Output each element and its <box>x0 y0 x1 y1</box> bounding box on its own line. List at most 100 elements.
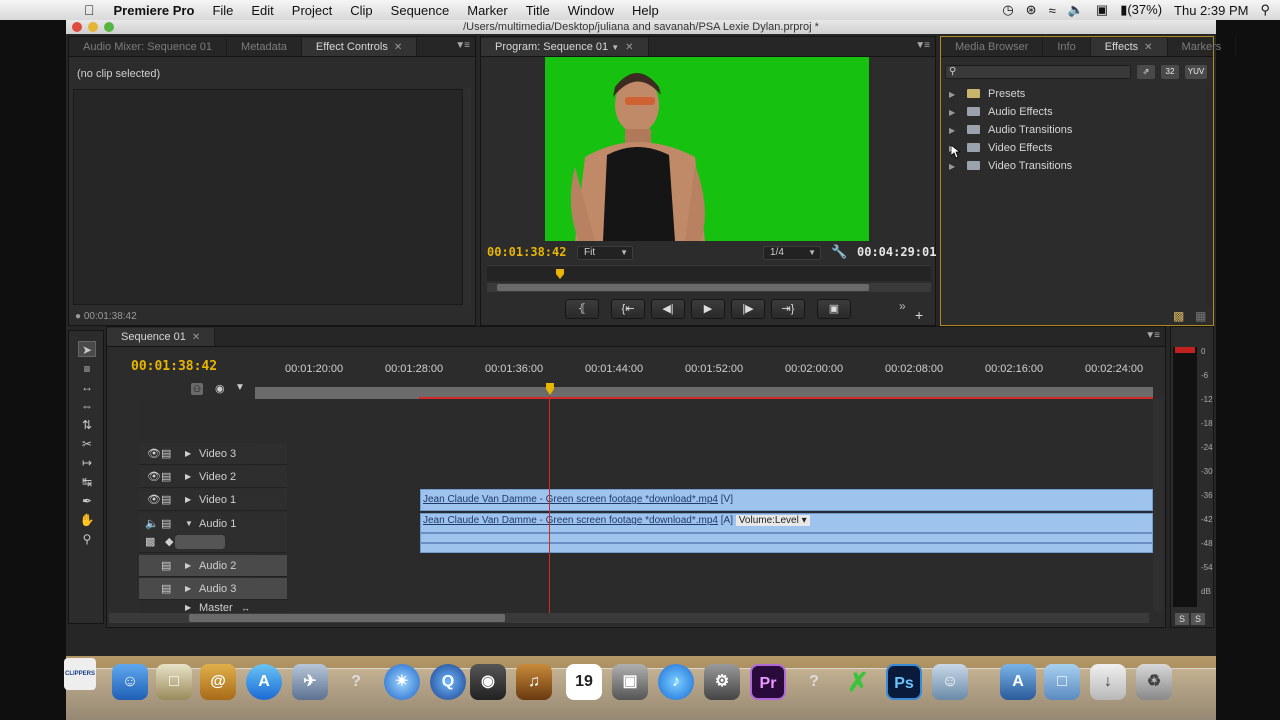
iphoto-icon[interactable]: ☺ <box>932 664 968 700</box>
time-machine-icon[interactable]: ◷ <box>1002 2 1013 18</box>
menu-project[interactable]: Project <box>283 3 341 18</box>
track-audio-3[interactable]: ▤ ▶ Audio 3 <box>139 578 287 600</box>
snap-icon[interactable]: ⚇ <box>191 383 203 395</box>
track-video-3[interactable]: 👁 ▤ ▶ Video 3 <box>139 443 287 465</box>
menu-title[interactable]: Title <box>517 3 559 18</box>
program-playhead[interactable] <box>555 269 565 280</box>
tab-effect-controls[interactable]: Effect Controls ✕ <box>301 38 418 56</box>
effects-item-video-transitions[interactable]: ▶ Video Transitions <box>949 157 1072 175</box>
track-lock-icon[interactable]: ▤ <box>161 466 171 488</box>
question-mark-icon[interactable]: ? <box>338 664 374 700</box>
expand-arrow-icon[interactable]: ▶ <box>949 122 967 140</box>
go-to-out-button[interactable]: ⇥} <box>771 299 805 319</box>
program-scrub-bar[interactable] <box>487 265 931 281</box>
system-preferences-icon[interactable]: ⚙ <box>704 664 740 700</box>
expand-arrow-icon[interactable]: ▶ <box>949 158 967 176</box>
expand-track-arrow-icon[interactable]: ▶ <box>185 578 191 600</box>
slide-tool-icon[interactable]: ↹ <box>78 474 96 490</box>
set-encore-marker-icon[interactable]: ▼ <box>235 382 245 393</box>
input-icon[interactable]: ▣ <box>1096 2 1108 18</box>
razor-tool-icon[interactable]: ✂ <box>78 436 96 452</box>
garageband-icon[interactable]: ♫ <box>516 664 552 700</box>
effects-item-audio-effects[interactable]: ▶ Audio Effects <box>949 103 1053 121</box>
timeline-ruler[interactable]: 00:01:20:00 00:01:28:00 00:01:36:00 00:01:4… <box>255 363 1153 399</box>
fit-dropdown[interactable]: Fit ▼ <box>577 246 633 260</box>
new-bin-icon[interactable]: ▩ <box>1173 309 1184 323</box>
app-menu[interactable]: Premiere Pro <box>105 3 204 18</box>
expand-track-arrow-icon[interactable]: ▶ <box>185 555 191 577</box>
contacts-icon[interactable]: @ <box>200 664 236 700</box>
menu-help[interactable]: Help <box>623 3 668 18</box>
menu-marker[interactable]: Marker <box>458 3 516 18</box>
close-tab-icon[interactable]: ✕ <box>192 332 200 343</box>
clock[interactable]: Thu 2:39 PM <box>1174 3 1248 18</box>
solo-right-button[interactable]: S <box>1191 613 1205 625</box>
program-current-timecode[interactable]: 00:01:38:42 <box>487 245 566 259</box>
selection-tool-icon[interactable]: ➤ <box>78 341 96 357</box>
effects-scrollbar[interactable] <box>1207 87 1213 307</box>
32bit-effects-button[interactable]: 32 <box>1161 65 1179 79</box>
tab-program-dropdown-icon[interactable]: ▼ <box>611 43 619 52</box>
tab-media-browser[interactable]: Media Browser <box>941 38 1044 56</box>
play-button[interactable]: ▶ <box>691 299 725 319</box>
track-audio-1[interactable]: 🔈 ▤ ▼ Audio 1 ▩ ◆ <box>139 513 287 553</box>
more-controls-icon[interactable]: » <box>899 299 906 313</box>
expand-arrow-icon[interactable]: ▶ <box>949 86 967 104</box>
expand-track-arrow-icon[interactable]: ▶ <box>185 466 191 488</box>
menu-window[interactable]: Window <box>559 3 623 18</box>
go-to-in-button[interactable]: {⇤ <box>611 299 645 319</box>
mail-icon[interactable]: ✈ <box>292 664 328 700</box>
ripple-edit-tool-icon[interactable]: ↔ <box>78 379 96 395</box>
keyframe-display-icon[interactable]: ▩ <box>145 531 155 553</box>
step-forward-button[interactable]: |▶ <box>731 299 765 319</box>
solo-left-button[interactable]: S <box>1175 613 1189 625</box>
track-lock-icon[interactable]: ▤ <box>161 489 171 511</box>
rate-stretch-tool-icon[interactable]: ⇅ <box>78 417 96 433</box>
resolution-dropdown[interactable]: 1/4 ▼ <box>763 246 821 260</box>
finder-icon[interactable]: ☺ <box>112 664 148 700</box>
pen-tool-icon[interactable]: ✒ <box>78 493 96 509</box>
timeline-timecode[interactable]: 00:01:38:42 <box>131 359 217 374</box>
menu-file[interactable]: File <box>203 3 242 18</box>
menu-clip[interactable]: Clip <box>341 3 381 18</box>
mark-out-button[interactable]: ⦃ <box>565 299 599 319</box>
photoshop-icon[interactable]: Ps <box>886 664 922 700</box>
clip-indicator[interactable] <box>1175 347 1195 353</box>
battery-icon[interactable]: ▮(37%) <box>1120 2 1162 18</box>
effects-search-field[interactable]: ⚲ <box>945 65 1131 79</box>
close-tab-icon[interactable]: ✕ <box>1144 42 1152 53</box>
track-video-2[interactable]: 👁 ▤ ▶ Video 2 <box>139 466 287 488</box>
step-back-button[interactable]: ◀| <box>651 299 685 319</box>
panel-menu-icon[interactable]: ▼≡ <box>1145 330 1160 341</box>
program-video-frame[interactable] <box>545 57 869 241</box>
menu-sequence[interactable]: Sequence <box>382 3 459 18</box>
keyframe-nav-icon[interactable]: ◆ <box>165 531 173 553</box>
audio-clip[interactable]: Jean Claude Van Damme - Green screen foo… <box>420 513 1153 553</box>
timeline-playhead[interactable] <box>545 383 555 613</box>
collapse-track-arrow-icon[interactable]: ▼ <box>185 513 193 535</box>
add-button-icon[interactable]: + <box>915 307 923 323</box>
panel-menu-icon[interactable]: ▼≡ <box>915 40 930 51</box>
yuv-effects-button[interactable]: YUV <box>1185 65 1207 79</box>
tab-effects[interactable]: Effects ✕ <box>1090 38 1168 56</box>
tab-metadata[interactable]: Metadata <box>227 38 302 56</box>
preview-icon[interactable]: □ <box>156 664 192 700</box>
photo-booth-icon[interactable]: ▣ <box>612 664 648 700</box>
zoom-tool-icon[interactable]: ⚲ <box>78 531 96 547</box>
rolling-edit-tool-icon[interactable]: ⇔ <box>78 398 96 414</box>
close-tab-icon[interactable]: ✕ <box>394 42 402 53</box>
program-zoom-thumb[interactable] <box>497 284 869 291</box>
safari-icon[interactable]: ✴ <box>384 664 420 700</box>
keyframe-nav-field[interactable] <box>175 535 225 549</box>
close-window-icon[interactable] <box>72 22 82 32</box>
timeline-vertical-scrollbar[interactable] <box>1153 399 1163 611</box>
zoom-window-icon[interactable] <box>104 22 114 32</box>
tab-info[interactable]: Info <box>1043 38 1091 56</box>
track-audio-2[interactable]: ▤ ▶ Audio 2 <box>139 555 287 577</box>
question-mark-icon[interactable]: ? <box>796 664 832 700</box>
minimize-window-icon[interactable] <box>88 22 98 32</box>
quicktime-icon[interactable]: Q <box>430 664 466 700</box>
export-frame-button[interactable]: ▣ <box>817 299 851 319</box>
bluetooth-icon[interactable]: ⊛ <box>1026 2 1037 18</box>
app-store-icon[interactable]: A <box>246 664 282 700</box>
